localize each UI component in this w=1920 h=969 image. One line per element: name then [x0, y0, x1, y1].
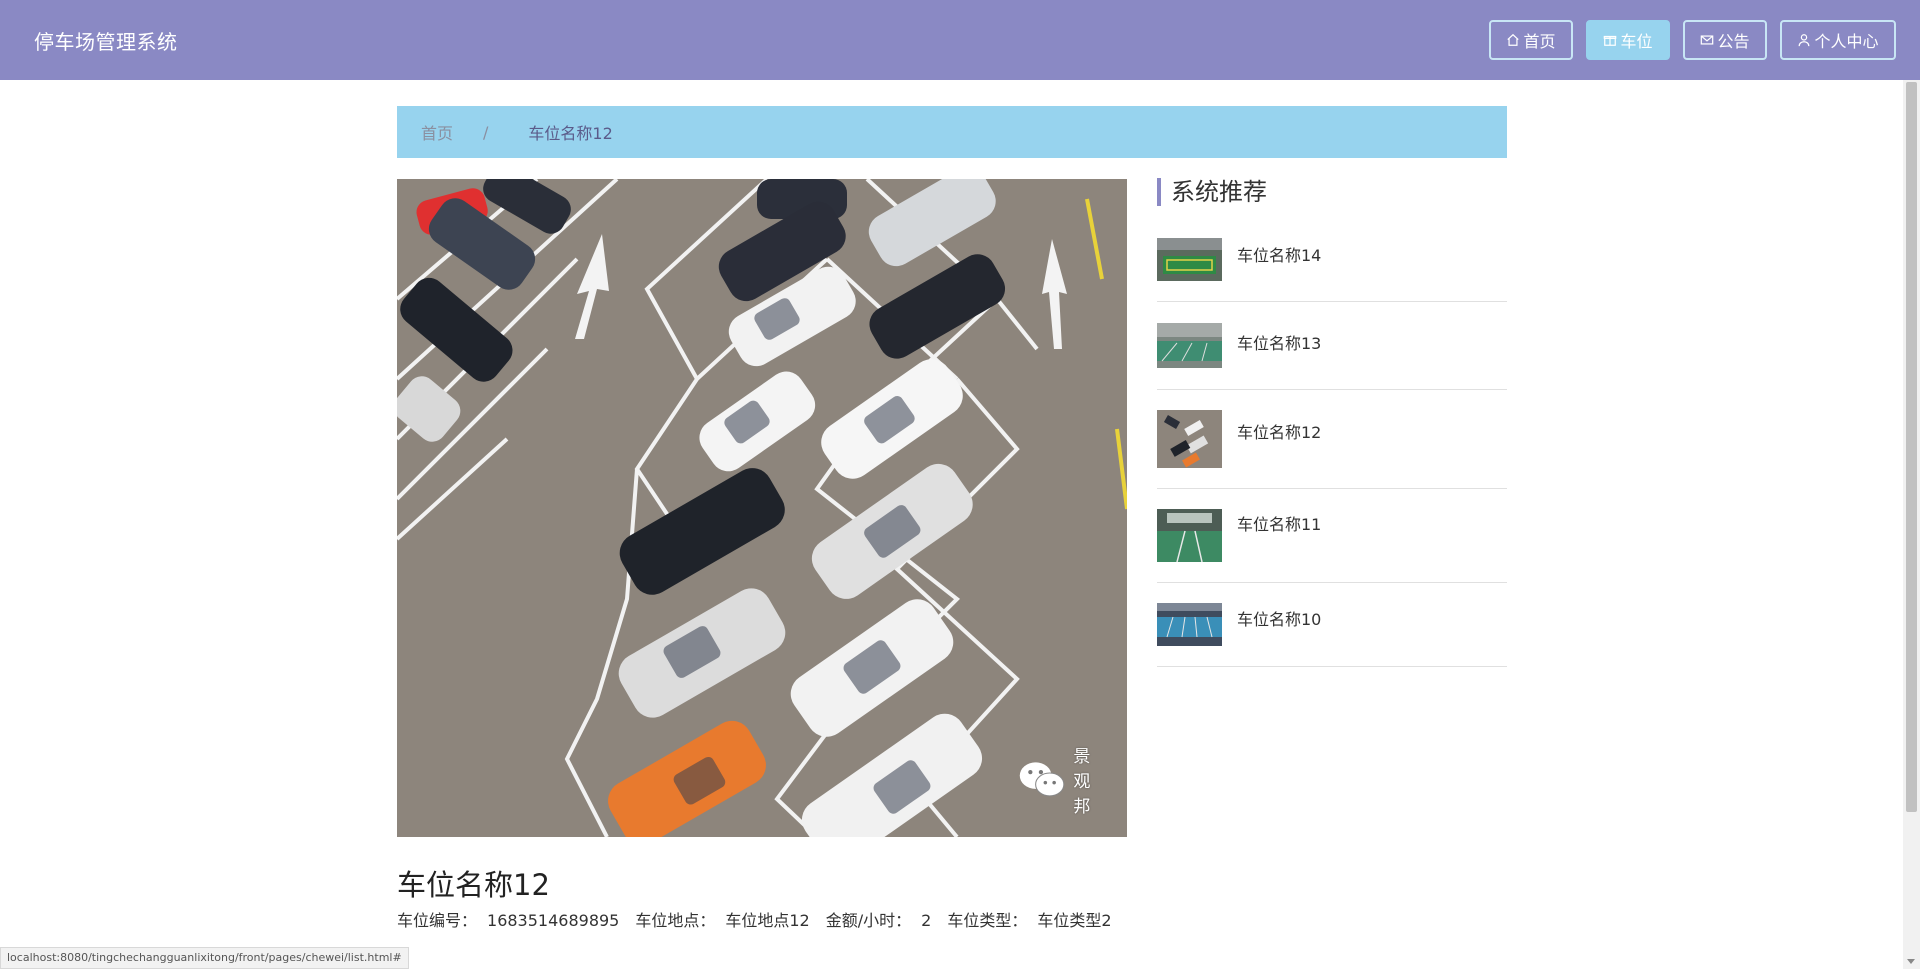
nav-home-button[interactable]: 首页: [1489, 20, 1573, 60]
recommend-thumbnail: [1157, 410, 1222, 468]
recommend-item[interactable]: 车位名称11: [1157, 489, 1507, 583]
mail-icon: [1701, 35, 1714, 45]
recommend-item[interactable]: 车位名称13: [1157, 302, 1507, 390]
home-icon: [1507, 33, 1520, 46]
top-navbar: 停车场管理系统 首页 车位 公告 个人中心: [0, 0, 1920, 80]
breadcrumb-separator: /: [483, 122, 489, 142]
breadcrumb: 首页 / 车位名称12: [397, 106, 1507, 158]
nav-parking-button[interactable]: 车位: [1586, 20, 1670, 60]
info-space-location: 车位地点： 车位地点12: [635, 907, 809, 931]
info-label: 车位类型：: [947, 911, 1028, 930]
recommend-item[interactable]: 车位名称12: [1157, 390, 1507, 489]
info-price-per-hour: 金额/小时： 2: [826, 907, 932, 931]
wechat-icon: [1019, 762, 1065, 797]
recommend-list: 车位名称14 车位名称13 车位名称12 车位名称11 车位名称10: [1157, 230, 1507, 667]
parking-space-info: 车位编号： 1683514689895 车位地点： 车位地点12 金额/小时： 2 车…: [397, 907, 1112, 931]
brand-title: 停车场管理系统: [34, 30, 178, 54]
nav-notice-label: 公告: [1717, 32, 1750, 51]
recommend-label: 车位名称11: [1237, 515, 1322, 534]
nav-profile-label: 个人中心: [1814, 32, 1879, 51]
parking-space-image: 景观邦: [397, 179, 1127, 837]
info-value: 车位类型2: [1037, 911, 1112, 930]
main-nav: 首页 车位 公告 个人中心: [1489, 20, 1896, 60]
page-scrollbar[interactable]: [1903, 80, 1920, 969]
recommend-label: 车位名称13: [1237, 334, 1322, 353]
recommend-title: 系统推荐: [1157, 178, 1267, 206]
info-value: 1683514689895: [487, 911, 620, 930]
parking-space-title: 车位名称12: [397, 868, 550, 902]
recommend-item[interactable]: 车位名称10: [1157, 583, 1507, 667]
recommend-thumbnail: [1157, 603, 1222, 646]
recommend-label: 车位名称14: [1237, 246, 1322, 265]
info-space-number: 车位编号： 1683514689895: [397, 907, 619, 931]
nav-profile-button[interactable]: 个人中心: [1780, 20, 1896, 60]
nav-home-label: 首页: [1523, 32, 1556, 51]
gift-icon: [1604, 35, 1617, 46]
scrollbar-thumb[interactable]: [1906, 82, 1917, 812]
nav-notice-button[interactable]: 公告: [1683, 20, 1767, 60]
recommend-thumbnail: [1157, 509, 1222, 562]
scroll-down-arrow-icon[interactable]: [1907, 959, 1915, 964]
recommend-label: 车位名称12: [1237, 423, 1322, 442]
info-value: 2: [921, 911, 932, 930]
recommend-label: 车位名称10: [1237, 610, 1322, 629]
image-watermark: 景观邦: [1018, 742, 1103, 817]
recommend-thumbnail: [1157, 323, 1222, 368]
breadcrumb-current: 车位名称12: [528, 124, 613, 143]
recommend-item[interactable]: 车位名称14: [1157, 230, 1507, 302]
watermark-text: 景观邦: [1073, 747, 1091, 817]
breadcrumb-home-link[interactable]: 首页: [421, 120, 453, 144]
nav-parking-label: 车位: [1620, 32, 1653, 51]
info-value: 车位地点12: [725, 911, 810, 930]
user-icon: [1799, 34, 1810, 47]
browser-status-url: localhost:8080/tingchechangguanlixitong/…: [0, 947, 409, 969]
info-label: 车位地点：: [635, 911, 716, 930]
info-space-type: 车位类型： 车位类型2: [947, 907, 1111, 931]
recommend-thumbnail: [1157, 238, 1222, 281]
info-label: 金额/小时：: [825, 911, 912, 930]
info-label: 车位编号：: [397, 911, 478, 930]
